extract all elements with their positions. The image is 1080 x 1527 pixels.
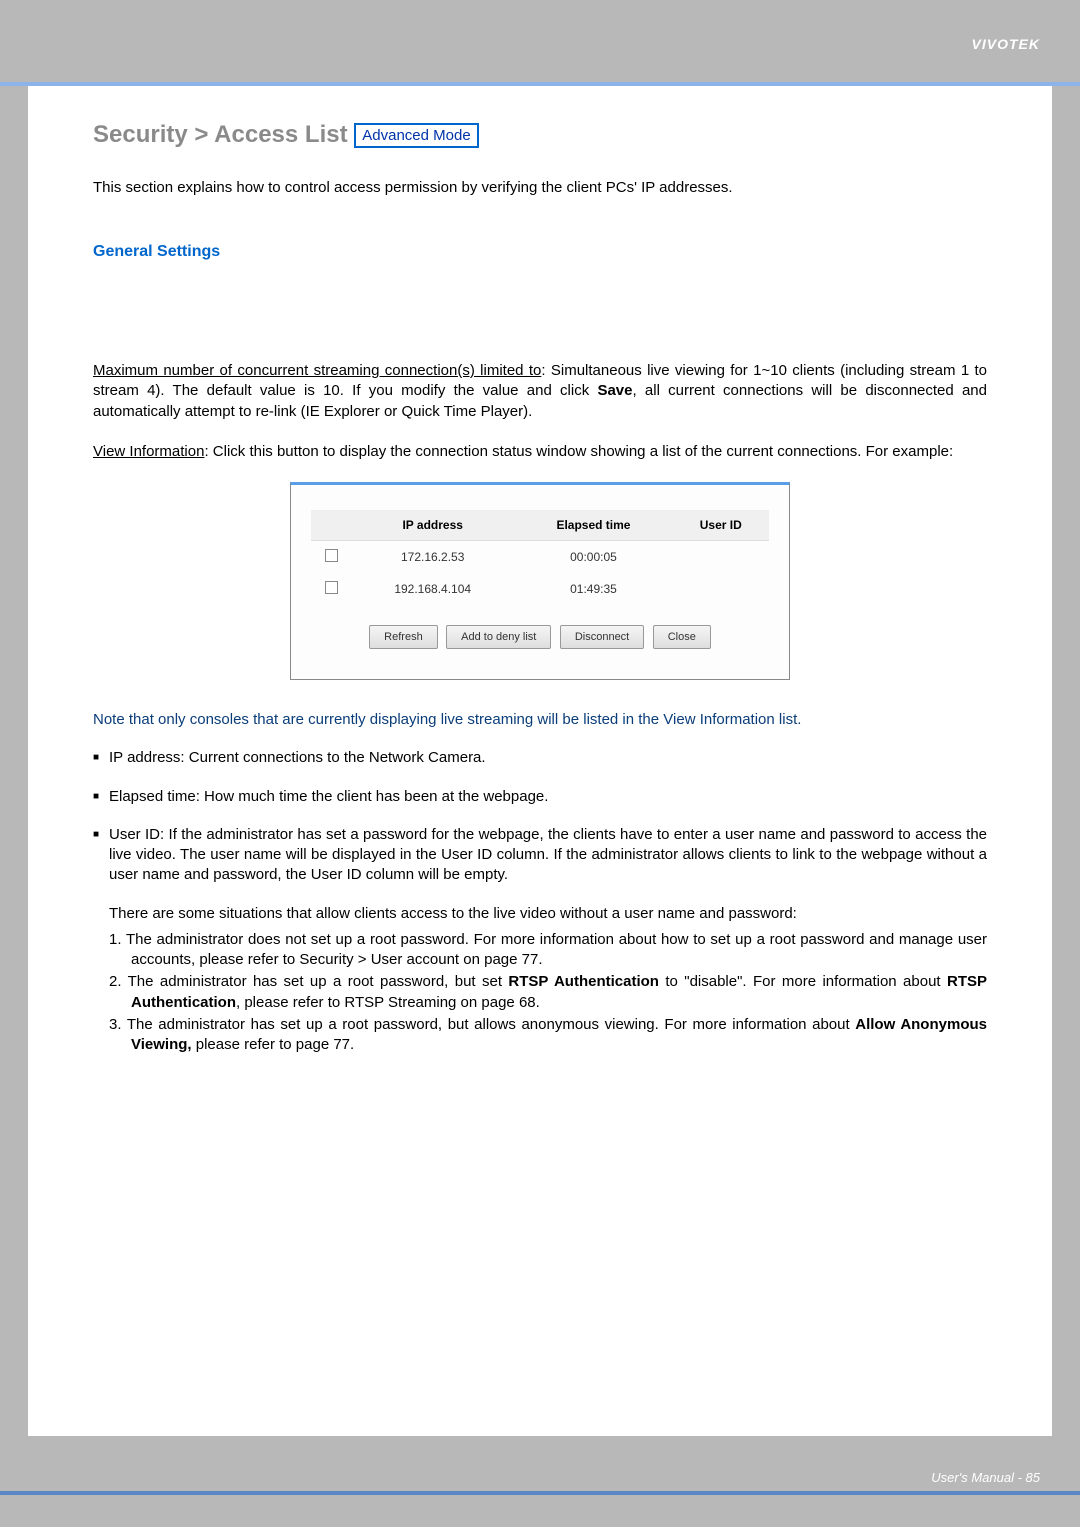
situation-2-text2: to "disable". For more information about bbox=[659, 973, 947, 990]
add-to-deny-list-button[interactable]: Add to deny list bbox=[446, 625, 551, 649]
situation-2-text3: , please refer to RTSP Streaming on page… bbox=[236, 994, 540, 1011]
header-band: VIVOTEK bbox=[0, 0, 1080, 82]
footer-band: User's Manual - 85 bbox=[0, 1467, 1080, 1527]
table-header-elapsed: Elapsed time bbox=[514, 510, 672, 541]
row-ip: 192.168.4.104 bbox=[351, 573, 514, 605]
bullet-ip-address: IP address: Current connections to the N… bbox=[93, 748, 987, 768]
max-connections-paragraph: Maximum number of concurrent streaming c… bbox=[93, 361, 987, 422]
row-checkbox[interactable] bbox=[325, 549, 338, 562]
footer-divider bbox=[0, 1491, 1080, 1495]
dialog-button-row: Refresh Add to deny list Disconnect Clos… bbox=[311, 625, 769, 649]
disconnect-button[interactable]: Disconnect bbox=[560, 625, 644, 649]
situation-2: 2. The administrator has set up a root p… bbox=[93, 972, 987, 1013]
footer-page-number: User's Manual - 85 bbox=[931, 1470, 1040, 1485]
content-area: Security > Access List Advanced Mode Thi… bbox=[28, 86, 1052, 1436]
bullet-elapsed-time: Elapsed time: How much time the client h… bbox=[93, 787, 987, 807]
table-header-checkbox bbox=[311, 510, 351, 541]
row-ip: 172.16.2.53 bbox=[351, 541, 514, 574]
intro-paragraph: This section explains how to control acc… bbox=[93, 177, 987, 198]
connection-table: IP address Elapsed time User ID 172.16.2… bbox=[311, 510, 769, 605]
connection-status-dialog: IP address Elapsed time User ID 172.16.2… bbox=[290, 482, 790, 680]
close-button[interactable]: Close bbox=[653, 625, 711, 649]
situation-2-text1: 2. The administrator has set up a root p… bbox=[109, 973, 508, 990]
row-elapsed: 00:00:05 bbox=[514, 541, 672, 574]
table-row: 192.168.4.104 01:49:35 bbox=[311, 573, 769, 605]
row-checkbox[interactable] bbox=[325, 581, 338, 594]
situation-3-text2: please refer to page 77. bbox=[192, 1036, 355, 1053]
view-information-paragraph: View Information: Click this button to d… bbox=[93, 442, 987, 462]
table-header-userid: User ID bbox=[673, 510, 769, 541]
situation-3-text1: 3. The administrator has set up a root p… bbox=[109, 1016, 855, 1033]
situations-intro: There are some situations that allow cli… bbox=[93, 904, 987, 924]
max-connections-label: Maximum number of concurrent streaming c… bbox=[93, 362, 541, 379]
general-settings-heading: General Settings bbox=[93, 243, 987, 261]
view-information-text: : Click this button to display the conne… bbox=[204, 443, 953, 460]
section-title-text: Security > Access List bbox=[93, 121, 348, 148]
row-elapsed: 01:49:35 bbox=[514, 573, 672, 605]
table-header-ip: IP address bbox=[351, 510, 514, 541]
bullet-user-id: User ID: If the administrator has set a … bbox=[93, 825, 987, 886]
note-paragraph: Note that only consoles that are current… bbox=[93, 710, 987, 730]
save-bold: Save bbox=[597, 382, 632, 399]
row-userid bbox=[673, 541, 769, 574]
situation-2-bold1: RTSP Authentication bbox=[508, 973, 659, 990]
situation-3: 3. The administrator has set up a root p… bbox=[93, 1015, 987, 1056]
brand-text: VIVOTEK bbox=[972, 36, 1040, 52]
row-userid bbox=[673, 573, 769, 605]
situation-1: 1. The administrator does not set up a r… bbox=[93, 930, 987, 971]
view-information-label: View Information bbox=[93, 443, 204, 460]
advanced-mode-badge: Advanced Mode bbox=[354, 123, 478, 148]
section-title: Security > Access List Advanced Mode bbox=[93, 121, 987, 149]
table-row: 172.16.2.53 00:00:05 bbox=[311, 541, 769, 574]
refresh-button[interactable]: Refresh bbox=[369, 625, 438, 649]
